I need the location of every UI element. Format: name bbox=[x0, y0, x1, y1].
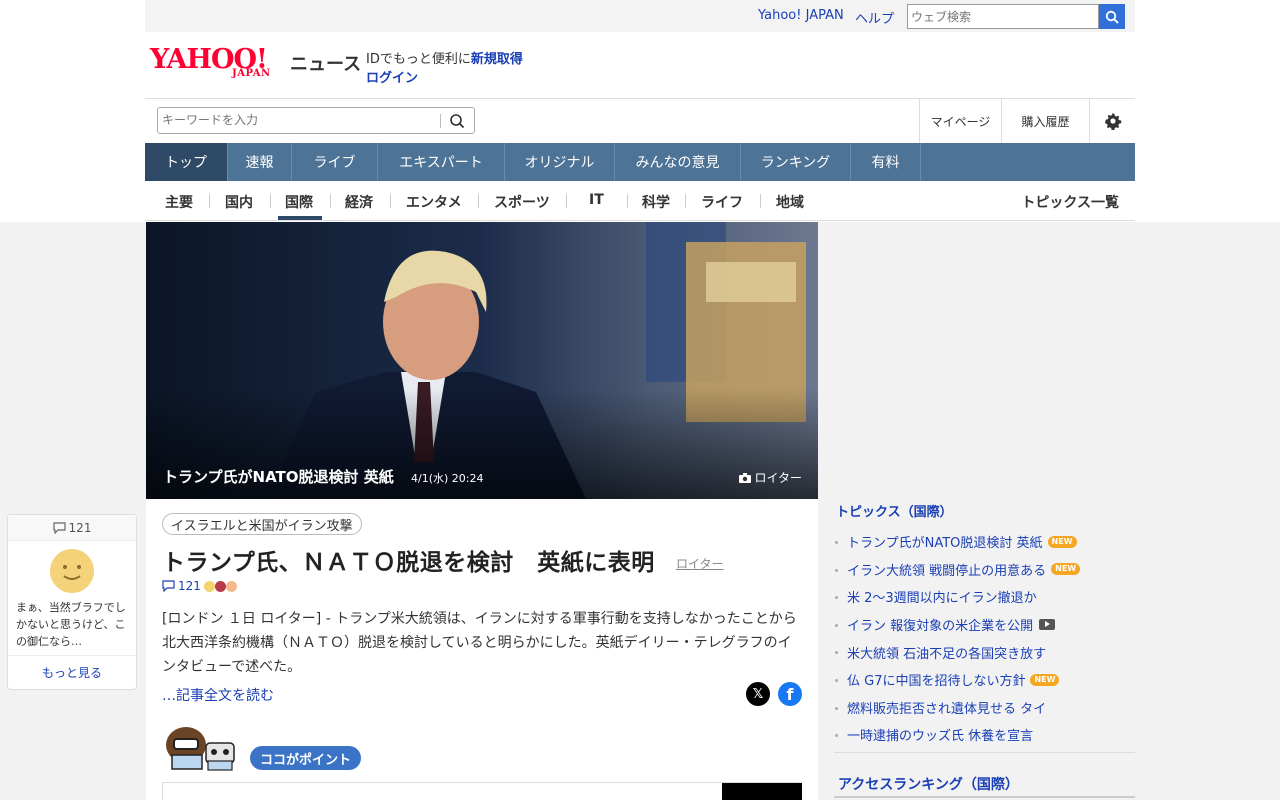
ranking-divider bbox=[834, 796, 1135, 798]
share-facebook-icon[interactable]: f bbox=[778, 682, 802, 706]
mypage-button[interactable]: マイページ bbox=[919, 99, 1001, 143]
video-thumbnail[interactable] bbox=[722, 783, 802, 800]
hero-photo bbox=[146, 222, 818, 499]
new-badge: NEW bbox=[1030, 673, 1060, 686]
neutral-face-icon bbox=[225, 580, 237, 592]
comment-count: 121 bbox=[178, 579, 201, 593]
smiley-face-icon bbox=[50, 549, 94, 593]
category-nav: 主要 国内 国際 経済 エンタメ スポーツ IT 科学 ライフ 地域 トピックス… bbox=[145, 181, 1135, 221]
yahoo-logo[interactable]: YAHOO! JAPAN bbox=[150, 46, 290, 86]
topics-heading: トピックス（国際） bbox=[836, 505, 953, 520]
category-it[interactable]: IT bbox=[589, 192, 604, 208]
ranking-heading: アクセスランキング（国際） bbox=[838, 777, 1019, 793]
nav-opinions[interactable]: みんなの意見 bbox=[615, 143, 741, 181]
share-x-icon[interactable]: 𝕏 bbox=[746, 682, 770, 706]
topic-item[interactable]: 米大統領 石油不足の各国突き放す bbox=[834, 638, 1135, 666]
nav-expert[interactable]: エキスパート bbox=[378, 143, 505, 181]
category-main[interactable]: 主要 bbox=[165, 192, 193, 212]
category-separator bbox=[330, 194, 331, 208]
topic-item[interactable]: イラン大統領 戦闘停止の用意ある NEW bbox=[834, 556, 1135, 584]
category-economy[interactable]: 経済 bbox=[345, 192, 373, 212]
nav-live[interactable]: ライブ bbox=[292, 143, 378, 181]
category-separator bbox=[209, 194, 210, 208]
category-domestic[interactable]: 国内 bbox=[225, 192, 253, 212]
comment-card[interactable]: 121 まぁ、当然ブラフでしかないと思うけど、この御仁なら… もっと見る bbox=[7, 514, 137, 690]
topic-item[interactable]: 一時逮捕のウッズ氏 休養を宣言 bbox=[834, 721, 1135, 749]
point-characters-icon bbox=[166, 727, 235, 771]
nav-top[interactable]: トップ bbox=[145, 143, 228, 181]
happy-face-icon bbox=[203, 580, 215, 592]
keyword-input[interactable] bbox=[162, 113, 432, 127]
yahoo-japan-link[interactable]: Yahoo! JAPAN bbox=[758, 8, 844, 23]
topic-item[interactable]: 燃料販売拒否され遺体見せる タイ bbox=[834, 694, 1135, 722]
comment-text: まぁ、当然ブラフでしかないと思うけど、この御仁なら… bbox=[16, 601, 126, 648]
category-entertainment[interactable]: エンタメ bbox=[406, 192, 462, 212]
comment-icon bbox=[162, 580, 175, 592]
video-icon bbox=[1039, 619, 1056, 631]
purchase-history-button[interactable]: 購入履歴 bbox=[1001, 99, 1089, 143]
category-separator bbox=[566, 194, 567, 208]
article-card: イスラエルと米国がイラン攻撃 トランプ氏、ＮＡＴＯ脱退を検討 英紙に表明 ロイタ… bbox=[146, 499, 818, 800]
topics-list-link[interactable]: トピックス一覧 bbox=[1021, 192, 1119, 212]
hero-title[interactable]: トランプ氏がNATO脱退検討 英紙 bbox=[163, 466, 394, 487]
category-separator bbox=[270, 194, 271, 208]
nav-original[interactable]: オリジナル bbox=[505, 143, 615, 181]
new-badge: NEW bbox=[1051, 563, 1081, 576]
category-separator bbox=[627, 194, 628, 208]
comment-summary[interactable]: 121 bbox=[162, 579, 237, 593]
category-separator bbox=[685, 194, 686, 208]
hero-date: 4/1(水) 20:24 bbox=[411, 472, 484, 485]
utility-bar: Yahoo! JAPAN ヘルプ bbox=[145, 0, 1135, 32]
category-separator bbox=[478, 194, 479, 208]
category-region[interactable]: 地域 bbox=[776, 192, 804, 212]
search-divider bbox=[440, 114, 441, 128]
read-more-link[interactable]: …記事全文を読む bbox=[162, 685, 274, 705]
comment-card-count: 121 bbox=[68, 520, 92, 535]
gear-icon bbox=[1104, 112, 1121, 130]
article-title[interactable]: トランプ氏、ＮＡＴＯ脱退を検討 英紙に表明 bbox=[162, 543, 655, 577]
active-category-indicator bbox=[278, 216, 322, 220]
keyword-search[interactable] bbox=[157, 107, 475, 134]
sidebar: トピックス（国際） トランプ氏がNATO脱退検討 英紙 NEW イラン大統領 戦闘… bbox=[834, 496, 1135, 800]
comment-icon bbox=[52, 521, 66, 534]
topic-item[interactable]: 仏 G7に中国を招待しない方針 NEW bbox=[834, 666, 1135, 694]
angry-face-icon bbox=[214, 580, 226, 592]
login-link[interactable]: ログイン bbox=[366, 67, 418, 86]
topic-tag[interactable]: イスラエルと米国がイラン攻撃 bbox=[162, 513, 362, 535]
main-nav: トップ 速報 ライブ エキスパート オリジナル みんなの意見 ランキング 有料 bbox=[145, 143, 1135, 181]
category-international[interactable]: 国際 bbox=[285, 192, 313, 212]
sidebar-divider bbox=[834, 752, 1135, 753]
topic-item[interactable]: イラン 報復対象の米企業を公開 bbox=[834, 611, 1135, 639]
search-icon bbox=[1105, 10, 1119, 24]
point-box bbox=[162, 782, 802, 800]
comment-card-header: 121 bbox=[8, 515, 136, 541]
signup-link[interactable]: 新規取得 bbox=[471, 52, 523, 67]
topic-item[interactable]: 米 2～3週間以内にイラン撤退か bbox=[834, 583, 1135, 611]
see-more-link[interactable]: もっと見る bbox=[8, 655, 136, 689]
hero-image[interactable]: トランプ氏がNATO脱退検討 英紙 4/1(水) 20:24 ロイター bbox=[146, 222, 818, 499]
nav-ranking[interactable]: ランキング bbox=[741, 143, 851, 181]
news-service-label[interactable]: ニュース bbox=[290, 50, 361, 76]
category-separator bbox=[390, 194, 391, 208]
topics-list: トランプ氏がNATO脱退検討 英紙 NEW イラン大統領 戦闘停止の用意ある NEW… bbox=[834, 528, 1135, 749]
article-source[interactable]: ロイター bbox=[676, 555, 724, 572]
search-icon[interactable] bbox=[448, 112, 468, 130]
web-search-button[interactable] bbox=[1099, 4, 1125, 29]
nav-breaking[interactable]: 速報 bbox=[228, 143, 292, 181]
category-life[interactable]: ライフ bbox=[701, 192, 743, 212]
settings-button[interactable] bbox=[1089, 99, 1135, 143]
article-body: [ロンドン １日 ロイター] - トランプ米大統領は、イランに対する軍事行動を支… bbox=[162, 611, 797, 675]
web-search-input[interactable] bbox=[907, 4, 1099, 29]
category-separator bbox=[760, 194, 761, 208]
topic-item[interactable]: トランプ氏がNATO脱退検討 英紙 NEW bbox=[834, 528, 1135, 556]
category-science[interactable]: 科学 bbox=[642, 192, 670, 212]
point-badge: ココがポイント bbox=[250, 746, 362, 770]
camera-icon bbox=[739, 472, 752, 483]
photo-credit: ロイター bbox=[739, 469, 802, 486]
new-badge: NEW bbox=[1047, 535, 1077, 548]
category-sports[interactable]: スポーツ bbox=[494, 192, 550, 212]
nav-paid[interactable]: 有料 bbox=[851, 143, 921, 181]
id-prompt: IDでもっと便利に新規取得 bbox=[366, 52, 523, 67]
help-link[interactable]: ヘルプ bbox=[855, 8, 894, 27]
